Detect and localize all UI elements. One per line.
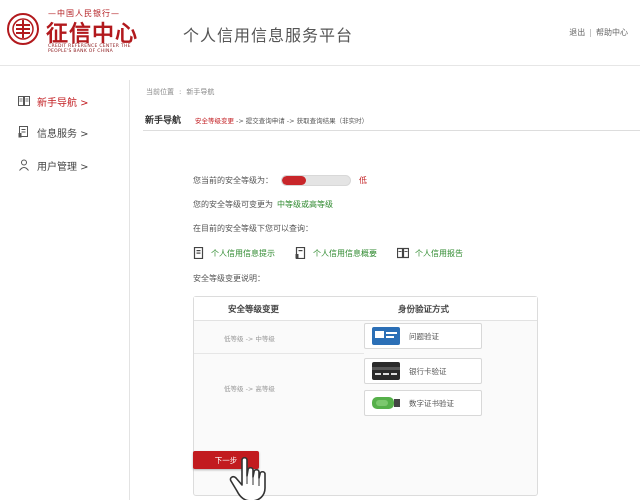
hand-pointer-cursor-icon — [229, 456, 266, 500]
step-submit-query: 提交查询申请 — [245, 117, 285, 125]
platform-title: 个人信用信息服务平台 — [183, 26, 354, 45]
method-label: 问题验证 — [409, 331, 439, 341]
change-level-prefix: 您的安全等级可变更为 — [193, 200, 273, 209]
step-security-level-change: 安全等级变更 — [195, 117, 234, 125]
link-separator: | — [589, 28, 592, 37]
change-level-value: 中等级或高等级 — [277, 200, 333, 209]
column-header-level-change: 安全等级变更 — [228, 305, 280, 315]
link-credit-info-tip[interactable]: 个人信用信息提示 — [193, 247, 275, 259]
sidebar-item-label: 信息服务 > — [37, 128, 89, 140]
table-row-level-change: 低等级 -> 高等级 — [224, 385, 275, 393]
sidebar-item-info-service[interactable]: 信息服务 > — [18, 123, 89, 141]
seal-logo-icon — [7, 13, 39, 45]
breadcrumb-current-position: 当前位置 — [146, 88, 174, 96]
logo-english-text: CREDIT REFERENCE CENTER THE PEOPLE'S BAN… — [48, 44, 131, 54]
explain-label: 安全等级变更说明： — [193, 274, 265, 283]
help-center-link[interactable]: 帮助中心 — [596, 27, 628, 38]
steps-title: 新手导航 — [145, 116, 182, 126]
sidebar-item-label: 新手导航 > — [37, 97, 89, 109]
method-label: 银行卡验证 — [409, 366, 447, 376]
change-level-row: 您的安全等级可变更为 中等级或高等级 — [193, 199, 333, 210]
breadcrumb-beginner-guide[interactable]: 新手导航 — [186, 88, 214, 96]
header: —中国人民银行— 征信中心 CREDIT REFERENCE CENTER TH… — [0, 0, 640, 66]
table-row-divider — [194, 353, 364, 354]
security-level-fill — [282, 176, 306, 185]
id-card-icon — [372, 327, 400, 345]
step-arrow: -> — [236, 117, 244, 125]
security-level-label: 您当前的安全等级为： — [193, 176, 273, 185]
column-header-verify-method: 身份验证方式 — [398, 305, 450, 315]
table-row-level-change: 低等级 -> 中等级 — [224, 335, 275, 343]
step-get-result: 获取查询结果（非实时） — [296, 117, 369, 125]
query-label: 在目前的安全等级下您可以查询： — [193, 224, 313, 233]
link-credit-report[interactable]: 个人信用报告 — [397, 247, 463, 259]
step-flow-bar: 新手导航 安全等级变更 -> 提交查询申请 -> 获取查询结果（非实时） — [143, 113, 640, 131]
step-arrow: -> — [286, 117, 295, 125]
method-bank-card-verify[interactable]: 银行卡验证 — [364, 358, 482, 384]
book-icon — [397, 247, 409, 259]
steps-flow: 安全等级变更 -> 提交查询申请 -> 获取查询结果（非实时） — [195, 115, 368, 125]
top-links: 退出 | 帮助中心 — [569, 27, 628, 38]
sidebar-item-label: 用户管理 > — [37, 161, 89, 173]
usb-key-icon — [372, 397, 400, 409]
link-credit-info-summary[interactable]: 个人信用信息概要 — [295, 247, 377, 259]
table-header: 安全等级变更 身份验证方式 — [194, 297, 537, 321]
method-digital-cert-verify[interactable]: 数字证书验证 — [364, 390, 482, 416]
book-icon — [18, 96, 30, 106]
sidebar: 新手导航 > 信息服务 > 用户管理 > — [0, 80, 130, 500]
breadcrumb-separator: : — [179, 88, 182, 96]
link-label: 个人信用信息概要 — [313, 248, 377, 258]
explain-label-row: 安全等级变更说明： — [193, 273, 265, 284]
query-label-row: 在目前的安全等级下您可以查询： — [193, 223, 313, 234]
method-label: 数字证书验证 — [409, 398, 454, 408]
document-icon — [193, 247, 204, 259]
link-label: 个人信用报告 — [415, 248, 463, 258]
document-icon — [295, 247, 306, 259]
sidebar-item-user-management[interactable]: 用户管理 > — [18, 156, 89, 174]
sidebar-item-beginner-guide[interactable]: 新手导航 > — [18, 92, 89, 110]
security-level-row: 您当前的安全等级为： 低 — [193, 175, 367, 186]
credit-center-logo[interactable]: —中国人民银行— 征信中心 CREDIT REFERENCE CENTER TH… — [4, 6, 154, 58]
bank-card-icon — [372, 362, 400, 380]
link-label: 个人信用信息提示 — [211, 248, 275, 258]
info-document-icon — [18, 126, 28, 138]
query-links-row: 个人信用信息提示 个人信用信息概要 个人信用报告 — [193, 247, 483, 259]
security-level-bar — [281, 175, 351, 186]
user-icon — [19, 159, 29, 171]
security-level-value: 低 — [359, 176, 367, 185]
breadcrumb: 当前位置: 新手导航 — [146, 87, 214, 97]
logout-link[interactable]: 退出 — [569, 27, 585, 38]
method-question-verify[interactable]: 问题验证 — [364, 323, 482, 349]
